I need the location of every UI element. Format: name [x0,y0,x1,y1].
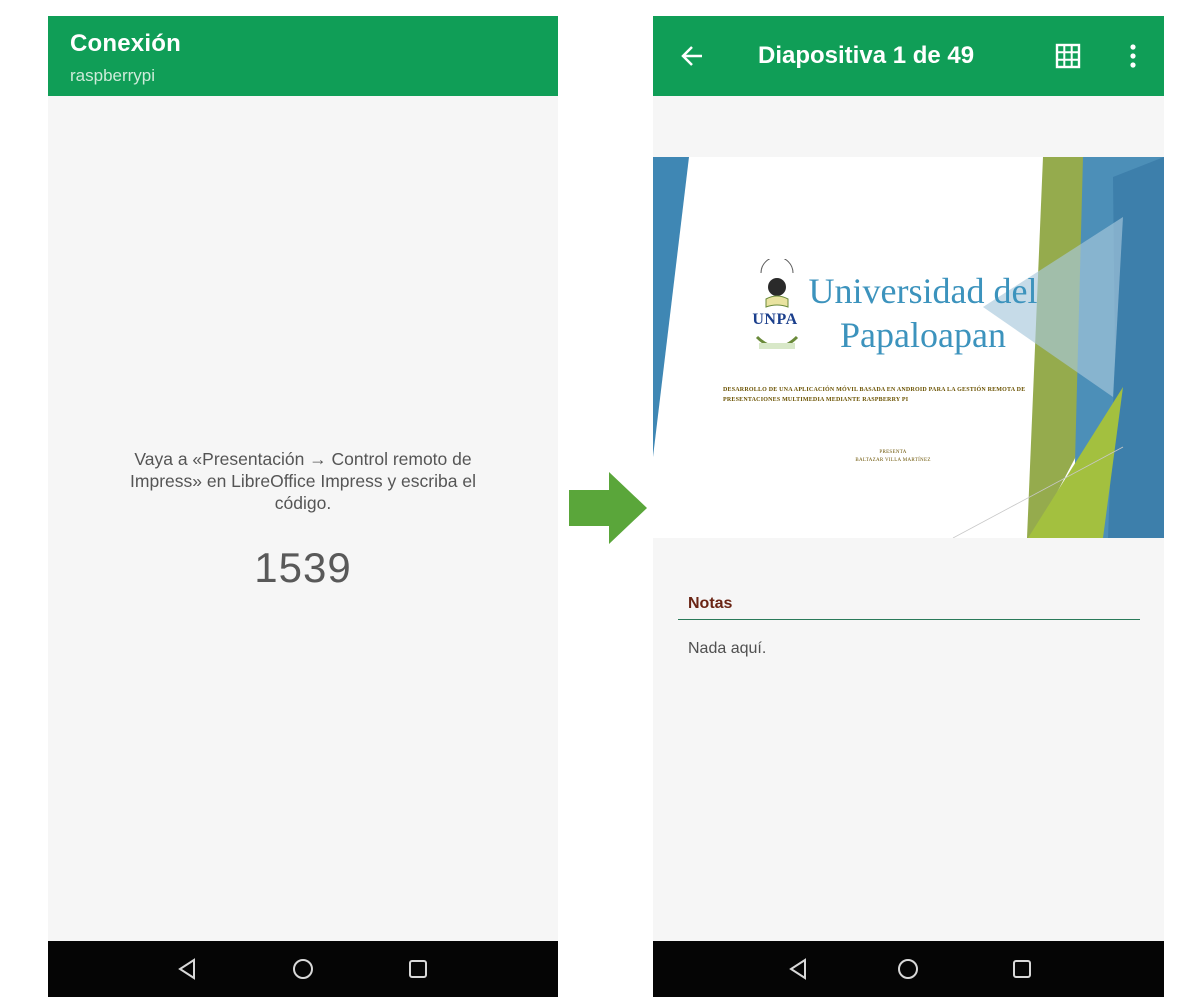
app-bar: Conexión raspberrypi [48,16,558,96]
page-title: Conexión [70,30,181,57]
back-triangle-icon[interactable] [787,957,811,981]
slide-title-line1: Universidad del [808,271,1038,311]
page-title: Diapositiva 1 de 49 [758,42,975,69]
system-nav-bar [653,941,1164,997]
presenter-name: BALTAZAR VILLA MARTÍNEZ [855,458,931,463]
presenter-label: PRESENTA [879,450,907,455]
back-triangle-icon[interactable] [176,957,200,981]
connection-screen: Conexión raspberrypi Vaya a «Presentació… [48,16,558,997]
slide-body-text: DESARROLLO DE UNA APLICACIÓN MÓVIL BASAD… [723,387,1026,403]
home-circle-icon[interactable] [291,957,315,981]
arrow-left-icon[interactable] [679,42,707,70]
notes-text: Nada aquí. [688,640,767,657]
system-nav-bar [48,941,558,997]
slide-title-line2: Papaloapan [840,315,1006,355]
recents-square-icon[interactable] [406,957,430,981]
home-circle-icon[interactable] [896,957,920,981]
more-vert-icon[interactable] [1121,43,1145,69]
app-bar: Diapositiva 1 de 49 [653,16,1164,96]
pairing-pin: 1539 [254,544,352,591]
slide-preview[interactable]: UNPA Universidad del Papaloapan DESARROL… [653,157,1164,538]
notes-divider [678,619,1140,620]
page-subtitle: raspberrypi [70,66,156,85]
pairing-instructions: Vaya a «Presentación → Control remoto de… [130,449,476,513]
notes-heading: Notas [688,595,733,612]
arrow-right-icon [569,472,647,544]
slide-screen: Diapositiva 1 de 49 UNPA Universidad del… [653,16,1164,997]
recents-square-icon[interactable] [1010,957,1034,981]
grid-icon[interactable] [1055,43,1081,69]
slide-title: Universidad del Papaloapan [773,269,1073,357]
slide-presenter: PRESENTA BALTAZAR VILLA MARTÍNEZ [803,449,983,465]
